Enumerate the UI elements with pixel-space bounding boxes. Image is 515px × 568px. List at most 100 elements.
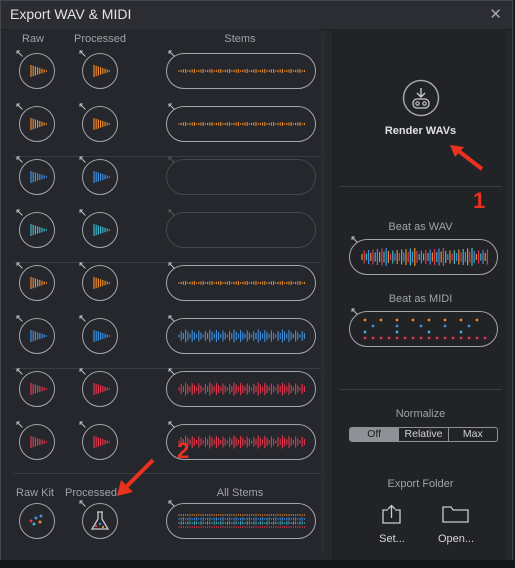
normalize-off-option[interactable]: Off [350, 428, 399, 441]
midi-note [475, 336, 478, 339]
export-arrow-icon: ↖ [78, 48, 88, 60]
midi-note [435, 336, 438, 339]
midi-note [443, 336, 446, 339]
processed-export-button[interactable]: ↖ [78, 260, 118, 301]
midi-note [427, 336, 430, 339]
midi-note [419, 336, 422, 339]
stem-waveform [177, 329, 305, 342]
annotation-number-2: 2 [177, 438, 190, 463]
beat-as-midi-button[interactable]: ↖ [349, 306, 498, 347]
beat-as-wav-button[interactable]: ↖ [349, 234, 498, 275]
stem-waveform [177, 121, 305, 126]
processed-export-button[interactable]: ↖ [78, 154, 118, 195]
raw-export-button[interactable]: ↖ [15, 101, 55, 142]
stem-export-button[interactable]: ↖ [166, 313, 316, 354]
raw-column-header: Raw [21, 33, 44, 45]
processed-export-button[interactable]: ↖ [78, 48, 118, 89]
export-arrow-icon: ↖ [78, 498, 88, 510]
raw-export-button[interactable]: ↖ [15, 313, 55, 354]
normalize-max-option[interactable]: Max [447, 428, 497, 441]
export-arrow-icon: ↖ [167, 154, 177, 166]
set-folder-button[interactable]: Set... [374, 501, 410, 551]
midi-note [379, 318, 382, 321]
raw-kit-icon [29, 514, 42, 525]
midi-note [419, 324, 422, 327]
stem-export-button[interactable]: ↖ [166, 366, 316, 407]
set-folder-icon [382, 504, 401, 524]
processed-export-button[interactable]: ↖ [78, 207, 118, 248]
midi-note [395, 336, 398, 339]
export-arrow-icon: ↖ [15, 260, 25, 272]
export-arrow-icon: ↖ [15, 313, 25, 325]
normalize-segmented-control: Off Relative Max [349, 427, 498, 442]
set-folder-label: Set... [379, 533, 405, 545]
raw-export-button[interactable]: ↖ [15, 207, 55, 248]
processed-export-button[interactable]: ↖ [78, 313, 118, 354]
raw-export-button[interactable]: ↖ [15, 366, 55, 407]
normalize-relative-option[interactable]: Relative [398, 428, 447, 441]
row-group-divider [13, 473, 323, 474]
export-arrow-icon: ↖ [78, 207, 88, 219]
raw-kit-label: Raw Kit [16, 487, 54, 499]
host-status-strip [0, 560, 515, 568]
midi-note [411, 336, 414, 339]
midi-note [411, 318, 414, 321]
midi-note [403, 336, 406, 339]
divider [339, 186, 502, 187]
processed-kit-button[interactable]: ↖ [78, 498, 118, 539]
processed-column-header: Processed [74, 33, 126, 45]
render-icon [402, 79, 440, 117]
annotation-number-1: 1 [473, 188, 486, 213]
midi-note [443, 318, 446, 321]
midi-note [363, 318, 366, 321]
raw-kit-button[interactable] [19, 503, 55, 539]
export-arrow-icon: ↖ [15, 207, 25, 219]
open-folder-button[interactable]: Open... [434, 501, 478, 551]
render-wavs-button[interactable]: Render WAVs [334, 69, 507, 149]
midi-note [459, 336, 462, 339]
midi-note [387, 336, 390, 339]
midi-note [363, 336, 366, 339]
stem-export-button[interactable]: ↖ [166, 101, 316, 142]
export-arrow-icon: ↖ [15, 101, 25, 113]
export-arrow-icon: ↖ [167, 207, 177, 219]
export-arrow-icon: ↖ [15, 48, 25, 60]
raw-export-button[interactable]: ↖ [15, 260, 55, 301]
midi-note [371, 336, 374, 339]
title-bar: Export WAV & MIDI ✕ [1, 1, 512, 30]
beat-wav-waveform [360, 247, 488, 266]
processed-export-button[interactable]: ↖ [78, 366, 118, 407]
export-arrow-icon: ↖ [78, 260, 88, 272]
right-panel: Render WAVs Beat as WAV ↖ Beat as MIDI ↖… [333, 29, 507, 561]
raw-export-button[interactable]: ↖ [15, 48, 55, 89]
stem-export-button[interactable]: ↖ [166, 48, 316, 89]
midi-note [451, 336, 454, 339]
midi-note [459, 330, 462, 333]
midi-note [395, 330, 398, 333]
midi-note [483, 336, 486, 339]
all-stems-button[interactable]: ↖ [166, 498, 316, 539]
annotation-arrow-1 [450, 145, 484, 171]
open-folder-label: Open... [437, 533, 475, 545]
processed-export-button[interactable]: ↖ [78, 101, 118, 142]
export-arrow-icon: ↖ [78, 154, 88, 166]
stems-column-header: Stems [224, 33, 256, 45]
processed-export-button[interactable]: ↖ [78, 419, 118, 460]
beat-as-midi-label: Beat as MIDI [388, 293, 453, 305]
midi-note [427, 330, 430, 333]
close-icon[interactable]: ✕ [489, 5, 502, 23]
export-dialog: Export WAV & MIDI ✕ Raw Processed Stems … [0, 0, 513, 566]
midi-pattern [363, 318, 486, 339]
raw-export-button[interactable]: ↖ [15, 419, 55, 460]
stem-export-button[interactable]: ↖ [166, 154, 316, 195]
stem-export-button[interactable]: ↖ [166, 260, 316, 301]
midi-note [395, 324, 398, 327]
stem-waveform [177, 382, 305, 395]
raw-export-button[interactable]: ↖ [15, 154, 55, 195]
scrollbar[interactable] [321, 33, 325, 553]
midi-note [475, 318, 478, 321]
midi-note [363, 330, 366, 333]
midi-note [371, 324, 374, 327]
stem-export-button[interactable]: ↖ [166, 207, 316, 248]
render-wavs-label: Render WAVs [384, 125, 457, 137]
